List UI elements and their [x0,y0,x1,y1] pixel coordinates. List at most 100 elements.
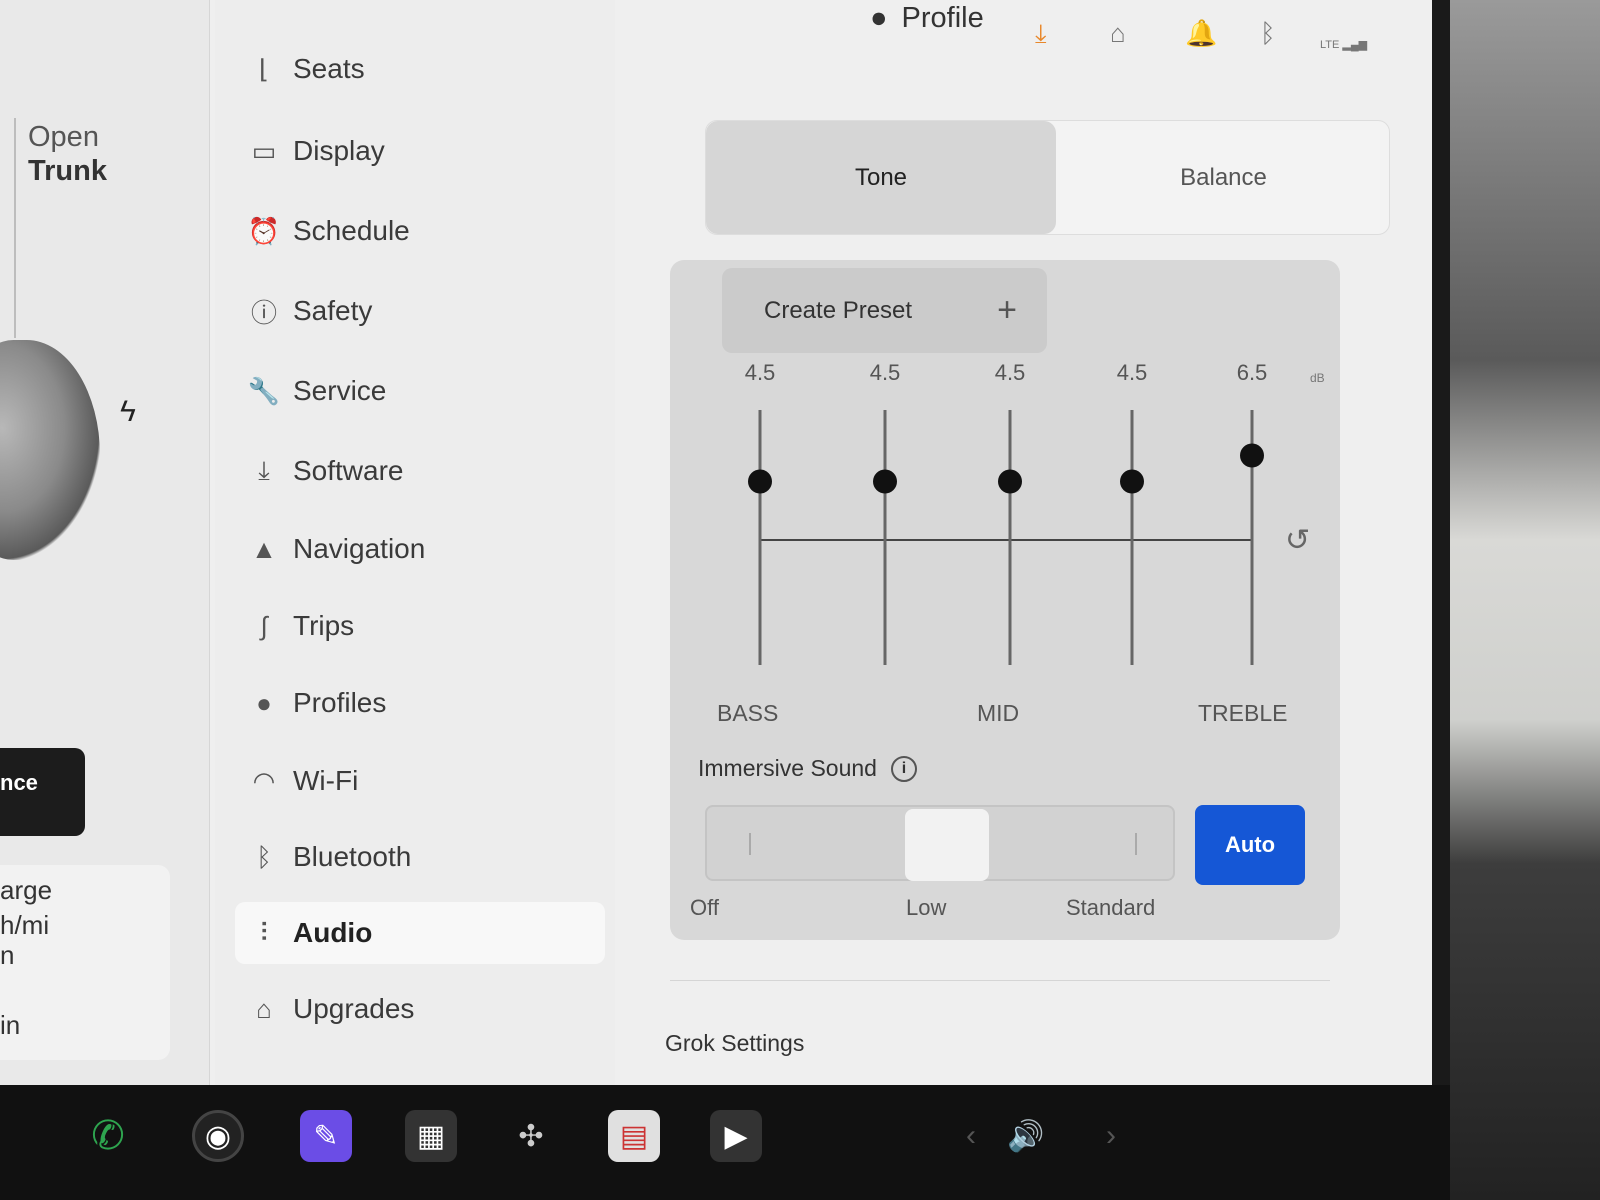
garage-icon[interactable]: ⌂ [1110,18,1126,49]
charge-line-4: in [0,1010,21,1040]
download-icon: ⤓ [258,455,270,485]
menu-item-trips[interactable]: ∫ Trips [235,595,605,657]
menu-item-label: Wi-Fi [293,765,359,796]
eq-slider-knob[interactable] [748,469,772,494]
chevron-left-icon[interactable]: ‹ [945,1110,997,1162]
menu-item-label: Safety [293,295,373,326]
audio-tabs: Tone Balance [705,120,1390,235]
menu-item-label: Audio [293,917,373,948]
menu-item-label: Trips [293,610,355,641]
dark-button-label: nce [0,770,38,795]
voice-assistant-icon[interactable]: ✎ [300,1110,352,1162]
bluetooth-icon[interactable]: ᛒ [1260,18,1276,49]
touchscreen: Open Trunk ϟ nce arge h/mi n in ⌊ Seats … [0,0,1450,1085]
status-bar: ● Profile ⤓ ⌂ 🔔 ᛒ LTE ▂▄▆ [620,0,1432,75]
auto-button[interactable]: Auto [1195,805,1305,885]
car-panel-dark-button[interactable]: nce [0,748,85,836]
car-image [0,340,100,560]
charge-line-1: arge [0,875,53,905]
bell-icon[interactable]: 🔔 [1185,18,1217,49]
wifi-icon: ◠ [252,765,276,796]
menu-item-audio[interactable]: ⫶ Audio [235,902,605,964]
immersive-sound-text: Immersive Sound [698,755,877,781]
menu-item-label: Display [293,135,385,166]
toybox-icon[interactable]: ▦ [405,1110,457,1162]
immersive-slider-thumb[interactable] [905,809,989,881]
grok-settings-header: Grok Settings [665,1030,805,1056]
menu-item-bluetooth[interactable]: ᛒ Bluetooth [235,826,605,888]
section-divider [670,980,1330,981]
phone-icon[interactable]: ✆ [82,1110,134,1162]
open-trunk-button[interactable]: Open Trunk [28,120,107,188]
volume-icon[interactable]: 🔊 [1000,1110,1052,1162]
eq-unit-label: dB [1310,371,1325,385]
car-panel: Open Trunk ϟ nce arge h/mi n in [0,0,210,1085]
fan-icon[interactable]: ✣ [505,1110,557,1162]
person-icon: ● [256,687,272,718]
eq-value-label: 6.5 [1237,360,1268,385]
band-label-bass: BASS [717,700,779,726]
eq-slider-knob[interactable] [873,469,897,494]
profile-label: Profile [901,2,984,34]
band-label-treble: TREBLE [1198,700,1288,726]
menu-item-label: Service [293,375,387,406]
app-dock: ✆ ◉ ✎ ▦ ✣ ▤ ▶ ‹ 🔊 › [0,1085,1450,1200]
menu-item-schedule[interactable]: ⏰ Schedule [235,200,605,262]
create-preset-label: Create Preset [764,296,913,324]
menu-item-safety[interactable]: ⓘ Safety [235,280,605,342]
charge-card[interactable]: arge h/mi n in [0,865,170,1060]
eq-slider-knob[interactable] [1240,443,1264,468]
eq-value-label: 4.5 [870,360,901,385]
slider-tick [749,833,751,855]
menu-item-label: Schedule [293,215,410,246]
band-label-mid: MID [977,700,1020,726]
bag-icon: ⌂ [256,993,272,1024]
display-icon: ▭ [251,135,277,166]
calendar-app-icon[interactable]: ▤ [608,1110,660,1162]
menu-item-label: Seats [293,53,365,84]
wrench-icon: 🔧 [247,375,281,406]
charge-line-3: n [0,940,15,970]
tone-panel: Create Preset + 4.5 4.5 4.5 4.5 6.5 dB ↺ BASS … [670,260,1340,940]
menu-item-service[interactable]: 🔧 Service [235,360,605,422]
alarm-icon: ⏰ [247,215,281,246]
eq-slider-knob[interactable] [998,469,1022,494]
plus-icon: + [997,291,1017,329]
menu-item-seats[interactable]: ⌊ Seats [235,38,605,100]
create-preset-button[interactable]: Create Preset + [722,268,1047,353]
open-trunk-label-1: Open [28,121,99,153]
menu-item-software[interactable]: ⤓ Software [235,440,605,502]
menu-item-label: Bluetooth [293,841,412,872]
slider-tick [1135,833,1137,855]
immersive-option-low: Low [906,895,947,920]
menu-item-wifi[interactable]: ◠ Wi-Fi [235,750,605,812]
eq-slider-knob[interactable] [1120,469,1144,494]
immersive-sound-slider[interactable] [705,805,1175,881]
info-icon[interactable]: i [890,755,917,782]
eq-value-label: 4.5 [1117,360,1148,385]
open-trunk-label-2: Trunk [28,155,107,187]
media-player-icon[interactable]: ▶ [710,1110,762,1162]
person-icon: ● [870,2,888,34]
immersive-sound-label: Immersive Sound i [698,755,917,782]
trips-icon: ∫ [260,610,268,641]
settings-menu: ⌊ Seats ▭ Display ⏰ Schedule ⓘ Safety 🔧 … [215,0,615,1085]
camera-icon[interactable]: ◉ [192,1110,244,1162]
menu-item-navigation[interactable]: ▲ Navigation [235,518,605,580]
tab-tone[interactable]: Tone [706,121,1056,234]
eq-value-label: 4.5 [995,360,1026,385]
profile-button[interactable]: ● Profile [870,2,984,35]
reset-icon[interactable]: ↺ [1285,523,1310,558]
navigation-icon: ▲ [251,533,277,564]
menu-item-display[interactable]: ▭ Display [235,120,605,182]
immersive-option-off: Off [690,895,719,920]
chevron-right-icon[interactable]: › [1085,1110,1137,1162]
download-icon[interactable]: ⤓ [1035,18,1047,50]
sliders-icon: ⫶ [260,917,268,947]
menu-item-upgrades[interactable]: ⌂ Upgrades [235,978,605,1040]
lightning-icon: ϟ [120,395,136,428]
menu-item-profiles[interactable]: ● Profiles [235,672,605,734]
tab-balance[interactable]: Balance [1056,121,1391,234]
bluetooth-icon: ᛒ [256,841,272,872]
menu-item-label: Navigation [293,533,426,564]
